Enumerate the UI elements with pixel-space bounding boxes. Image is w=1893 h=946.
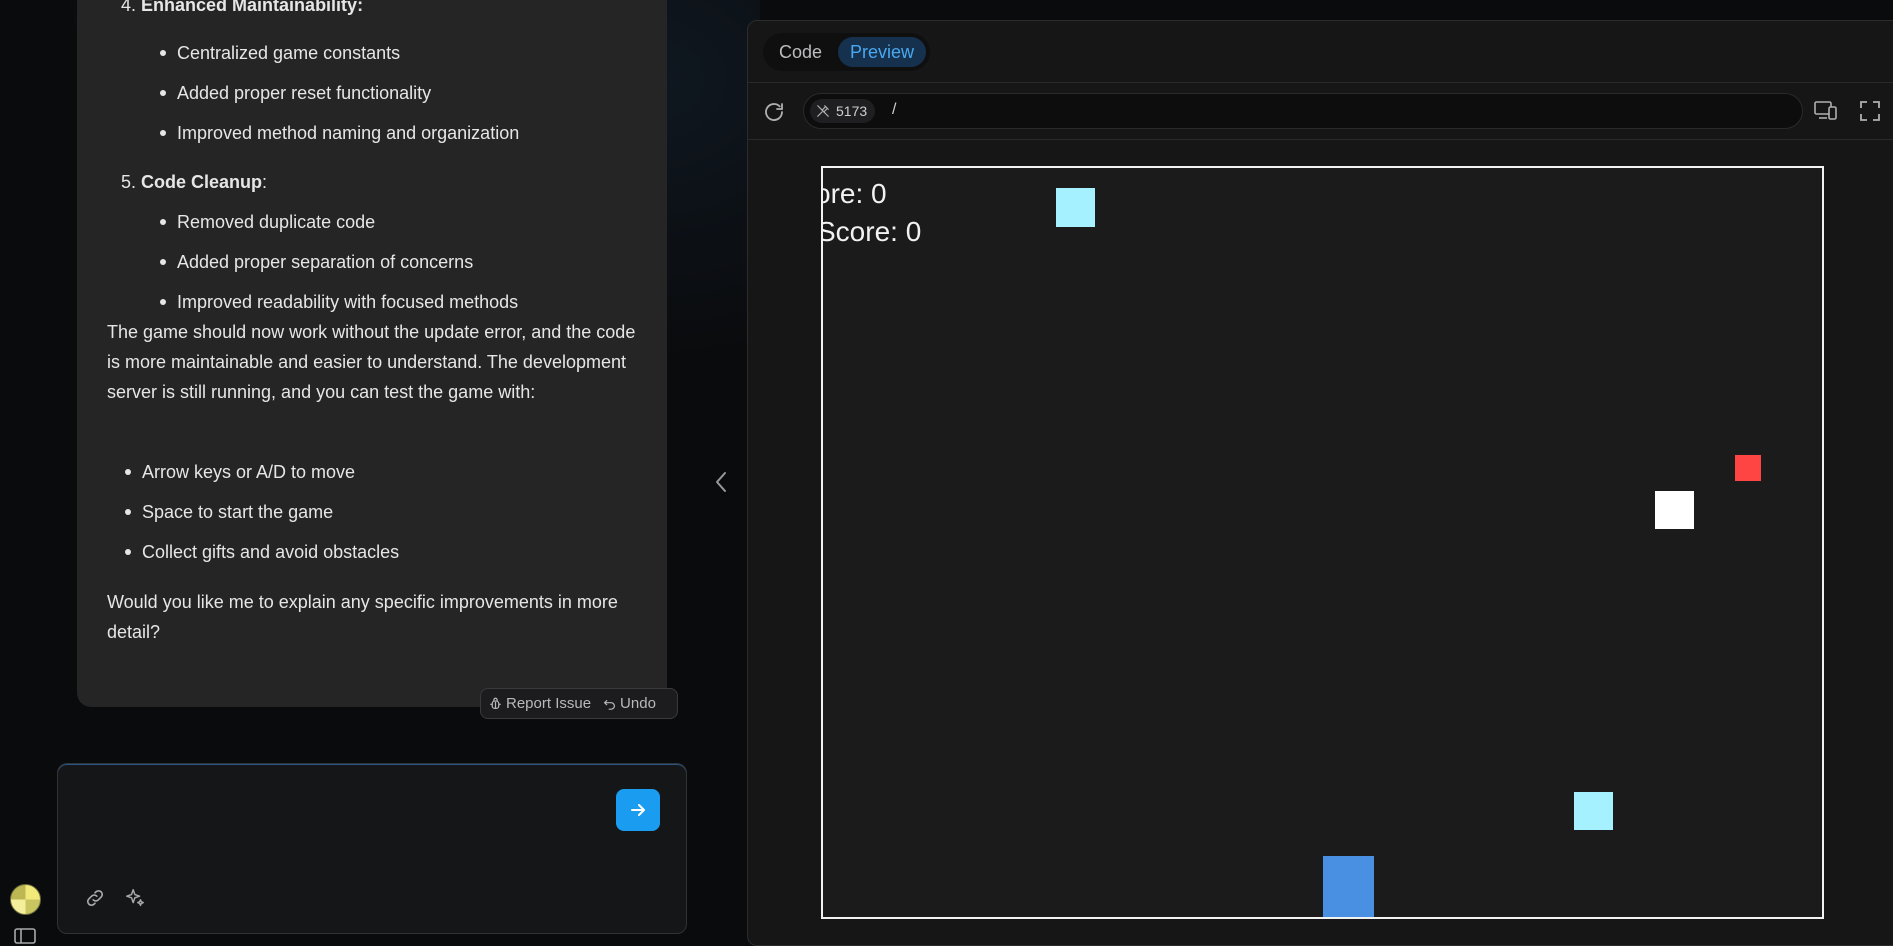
bug-icon (490, 697, 501, 709)
list-item-title: Enhanced Maintainability (141, 0, 358, 15)
list-number: 4. (121, 0, 137, 15)
avatar[interactable] (10, 884, 41, 915)
list-item-5: 5. Code Cleanup: (121, 167, 267, 197)
send-button[interactable] (616, 789, 660, 831)
link-icon (86, 889, 104, 907)
gift-sprite (1574, 792, 1613, 830)
report-issue-label: Report Issue (506, 695, 592, 712)
gift-sprite (1056, 188, 1095, 227)
colon: : (262, 172, 268, 192)
closing-paragraph: Would you like me to explain any specifi… (107, 592, 618, 642)
undo-button[interactable]: Undo (603, 695, 656, 712)
controls-list: Arrow keys or A/D to move Space to start… (124, 452, 399, 572)
list-item: Removed duplicate code (159, 202, 518, 242)
sidebar-icon[interactable] (14, 928, 36, 944)
list-item: Arrow keys or A/D to move (124, 452, 399, 492)
item4-sublist: Centralized game constants Added proper … (159, 33, 519, 153)
list-number: 5. (121, 172, 137, 192)
player-sprite (1323, 856, 1374, 917)
chevron-left-icon[interactable] (710, 468, 732, 496)
workbench-tabs-bar: Code Preview (748, 21, 1893, 83)
fullscreen-icon[interactable] (1860, 101, 1880, 121)
preview-toolbar: 5173 / (748, 84, 1893, 140)
list-item: Improved readability with focused method… (159, 282, 518, 322)
item5-sublist: Removed duplicate code Added proper sepa… (159, 202, 518, 322)
list-item: Added proper separation of concerns (159, 242, 518, 282)
port-number: 5173 (836, 103, 868, 119)
snow-block-sprite (1655, 491, 1694, 529)
devices-icon[interactable] (1814, 100, 1838, 122)
tab-code[interactable]: Code (767, 37, 834, 67)
port-selector[interactable]: 5173 (810, 99, 876, 123)
high-score-text: Score: 0 (821, 216, 922, 247)
obstacle-sprite (1735, 455, 1761, 481)
arrow-right-icon (631, 804, 645, 816)
chat-input[interactable] (72, 778, 592, 868)
message-actions: Report Issue Undo (480, 688, 678, 719)
enhance-prompt-button[interactable] (122, 885, 148, 911)
undo-label: Undo (620, 695, 656, 712)
address-bar[interactable]: 5173 / (803, 93, 1803, 129)
attach-link-button[interactable] (82, 885, 108, 911)
assistant-message: 4. Enhanced Maintainability: Centralized… (77, 0, 667, 707)
list-item: Improved method naming and organization (159, 113, 519, 153)
chat-input-box (57, 763, 687, 934)
summary-paragraph: The game should now work without the upd… (107, 322, 636, 402)
view-switcher: Code Preview (763, 33, 931, 71)
list-item-title: Code Cleanup (141, 172, 263, 192)
tab-preview[interactable]: Preview (838, 37, 927, 67)
report-issue-button[interactable]: Report Issue (489, 695, 591, 712)
list-item: Added proper reset functionality (159, 73, 519, 113)
list-item: Centralized game constants (159, 33, 519, 73)
plug-icon (817, 105, 829, 117)
url-path[interactable]: / (892, 101, 896, 119)
undo-icon (603, 699, 615, 710)
colon: : (357, 0, 364, 15)
reload-icon[interactable] (762, 100, 786, 124)
list-item: Collect gifts and avoid obstacles (124, 532, 399, 572)
sparkle-icon (126, 889, 144, 907)
list-item: Space to start the game (124, 492, 399, 532)
game-canvas[interactable]: ore: 0 Score: 0 (821, 166, 1824, 919)
score-text: ore: 0 (821, 178, 887, 209)
list-item-4: 4. Enhanced Maintainability: (121, 0, 363, 20)
